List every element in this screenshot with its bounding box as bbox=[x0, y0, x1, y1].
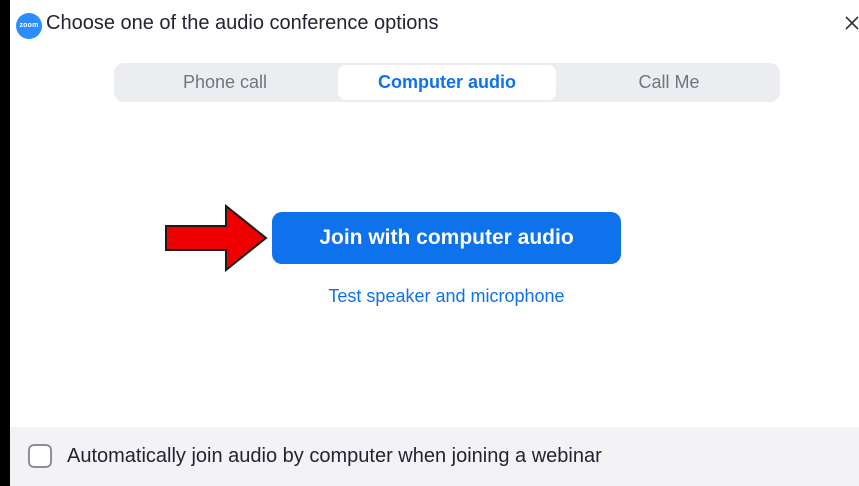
join-computer-audio-button[interactable]: Join with computer audio bbox=[272, 212, 621, 264]
footer-bar: Automatically join audio by computer whe… bbox=[10, 427, 859, 486]
auto-join-label: Automatically join audio by computer whe… bbox=[67, 445, 602, 467]
test-speaker-microphone-link[interactable]: Test speaker and microphone bbox=[272, 286, 621, 307]
auto-join-checkbox[interactable] bbox=[28, 444, 52, 468]
dialog-title: Choose one of the audio conference optio… bbox=[46, 12, 439, 34]
zoom-logo-icon: zoom bbox=[16, 13, 42, 39]
title-bar: zoom Choose one of the audio conference … bbox=[10, 0, 859, 48]
audio-option-tabs: Phone call Computer audio Call Me bbox=[114, 63, 780, 102]
close-icon[interactable] bbox=[841, 12, 859, 34]
tab-phone-call[interactable]: Phone call bbox=[116, 65, 334, 100]
tab-computer-audio[interactable]: Computer audio bbox=[338, 65, 556, 100]
audio-options-dialog: zoom Choose one of the audio conference … bbox=[10, 0, 859, 486]
tab-call-me[interactable]: Call Me bbox=[560, 65, 778, 100]
red-arrow-icon bbox=[164, 203, 268, 273]
